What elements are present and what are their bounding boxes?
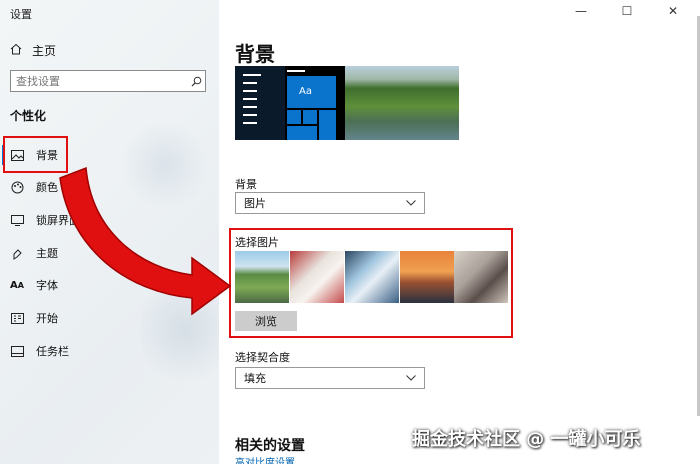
main-panel: — ☐ ✕ 背景 Aa 背景 图片 选择图片 浏览 选择契合度 填充 相关的设置… <box>219 0 700 464</box>
sidebar-item-label: 颜色 <box>36 181 58 194</box>
related-settings-title: 相关的设置 <box>235 438 305 454</box>
preview-tile <box>287 126 317 140</box>
preview-tile: Aa <box>287 76 336 108</box>
start-icon <box>10 311 24 325</box>
watermark: 掘金技术社区 @ 一罐小可乐 <box>412 429 641 450</box>
preview-tile-text: Aa <box>299 86 312 97</box>
fit-dropdown[interactable]: 填充 <box>235 367 425 389</box>
chevron-down-icon <box>406 373 416 384</box>
background-dropdown[interactable]: 图片 <box>235 192 425 214</box>
start-menu-preview <box>235 66 285 140</box>
font-icon: AA <box>10 279 24 291</box>
sidebar-item-label: 开始 <box>36 312 58 325</box>
sidebar-item-fonts[interactable]: AA 字体 <box>10 275 58 295</box>
search-input[interactable] <box>11 72 187 90</box>
search-icon[interactable] <box>187 76 205 87</box>
section-title: 个性化 <box>10 109 47 123</box>
background-blur <box>120 120 210 210</box>
palette-icon <box>10 180 24 194</box>
high-contrast-link[interactable]: 高对比度设置 <box>235 457 295 464</box>
background-label: 背景 <box>235 178 257 191</box>
close-button[interactable]: ✕ <box>663 4 683 18</box>
desktop-preview: Aa <box>235 66 459 140</box>
fit-label: 选择契合度 <box>235 351 290 364</box>
minimize-button[interactable]: — <box>571 4 591 18</box>
home-icon <box>10 43 22 58</box>
sidebar-item-label: 任务栏 <box>36 345 69 358</box>
sidebar-item-themes[interactable]: 主题 <box>10 243 58 263</box>
background-blur <box>140 270 219 390</box>
highlight-box <box>229 228 513 338</box>
background-dropdown-value: 图片 <box>244 197 266 210</box>
preview-tile <box>303 110 317 124</box>
highlight-box <box>3 136 68 173</box>
sidebar-item-label: 锁屏界面 <box>36 214 80 227</box>
home-link[interactable]: 主页 <box>10 42 56 59</box>
sidebar-item-taskbar[interactable]: 任务栏 <box>10 341 69 361</box>
lock-screen-icon <box>10 213 24 227</box>
sidebar: 设置 主页 个性化 背景 颜色 锁屏界面 主题 <box>0 0 219 464</box>
home-label: 主页 <box>32 44 57 58</box>
chevron-down-icon <box>406 198 416 209</box>
taskbar-icon <box>10 344 24 358</box>
preview-tile <box>319 110 336 140</box>
sidebar-item-label: 字体 <box>36 279 58 292</box>
sidebar-item-label: 主题 <box>36 247 58 260</box>
sidebar-item-colors[interactable]: 颜色 <box>10 177 58 197</box>
page-title: 背景 <box>235 42 275 66</box>
sidebar-item-lock-screen[interactable]: 锁屏界面 <box>10 210 80 230</box>
window-title: 设置 <box>10 8 32 21</box>
sidebar-item-start[interactable]: 开始 <box>10 308 58 328</box>
preview-tile <box>287 110 301 124</box>
search-box[interactable] <box>10 70 206 92</box>
maximize-button[interactable]: ☐ <box>617 4 637 18</box>
brush-icon <box>10 246 24 260</box>
fit-dropdown-value: 填充 <box>244 372 266 385</box>
wallpaper-preview <box>345 66 459 140</box>
